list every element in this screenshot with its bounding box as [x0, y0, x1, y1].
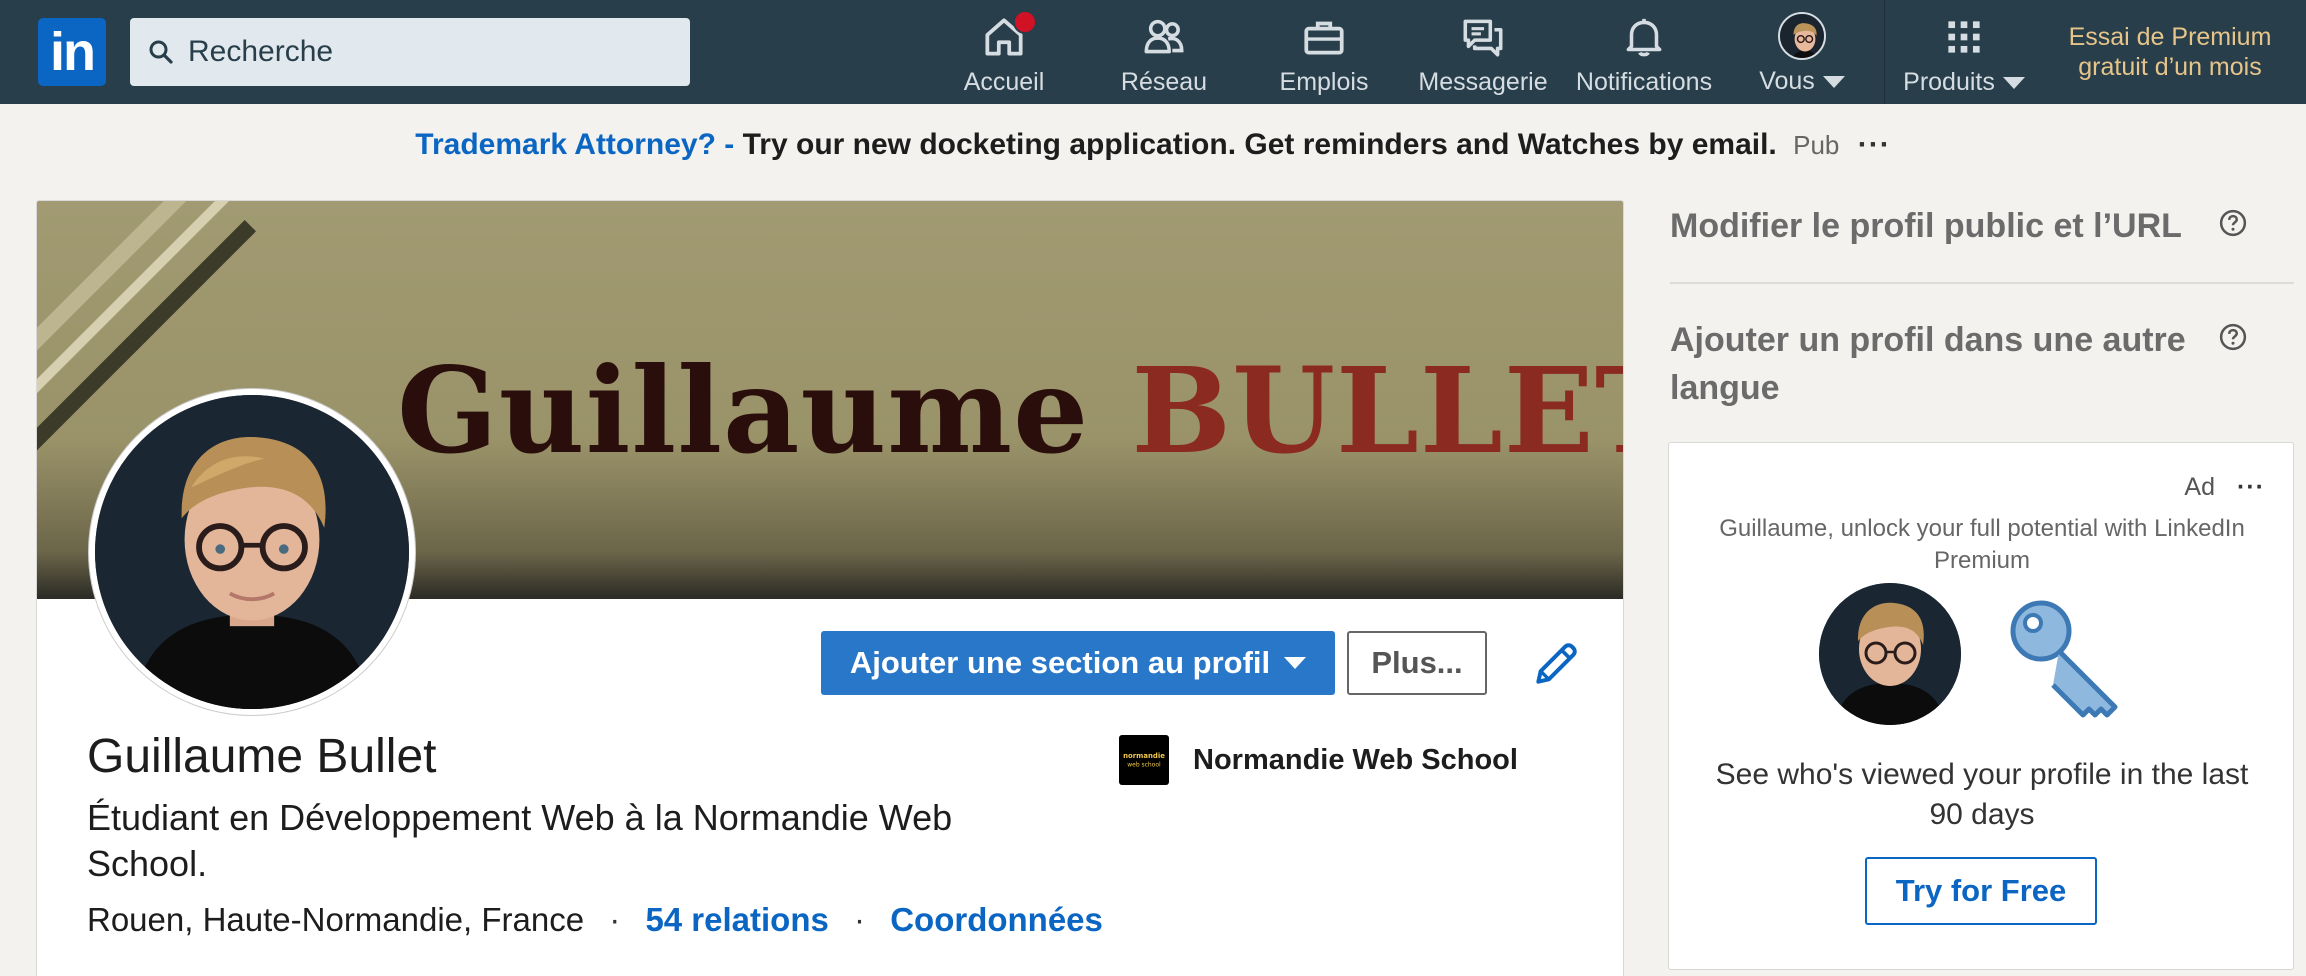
profile-location-line: Rouen, Haute-Normandie, France · 54 rela… — [87, 901, 1103, 939]
nav-item-home[interactable]: Accueil — [958, 10, 1050, 96]
bell-icon — [1626, 18, 1662, 57]
profile-name: Guillaume Bullet — [87, 730, 437, 783]
grid-icon — [1948, 21, 1980, 53]
ad-headline: See who's viewed your profile in the las… — [1715, 758, 2249, 831]
banner-first-name: Guillaume — [397, 341, 1090, 480]
chevron-down-icon — [2002, 76, 2025, 89]
sponsored-text-ad: Trademark Attorney? - Try our new docket… — [0, 128, 2306, 162]
contact-info-link[interactable]: Coordonnées — [890, 901, 1103, 938]
pencil-icon[interactable] — [1529, 635, 1585, 691]
ad-link[interactable]: Trademark Attorney? - — [415, 128, 734, 161]
nav-item-notifications[interactable]: Notifications — [1572, 12, 1716, 96]
add-language-profile-link[interactable]: Ajouter un profil dans une autre langue — [1670, 316, 2230, 412]
add-profile-section-button[interactable]: Ajouter une section au profil — [821, 631, 1335, 695]
nav-label-network: Réseau — [1120, 68, 1208, 96]
nav-label-notifications: Notifications — [1575, 68, 1713, 96]
messaging-icon — [1463, 19, 1503, 57]
svg-text:web school: web school — [1127, 761, 1161, 768]
linkedin-logo[interactable]: in — [38, 18, 106, 86]
edit-public-profile-link[interactable]: Modifier le profil public et l’URL — [1670, 202, 2230, 250]
profile-location: Rouen, Haute-Normandie, France — [87, 901, 585, 938]
ad-user-avatar — [1819, 583, 1961, 725]
briefcase-icon — [1304, 21, 1344, 55]
nav-label-home: Accueil — [963, 68, 1045, 96]
nav-divider — [1884, 0, 1885, 104]
help-icon[interactable] — [2218, 208, 2248, 238]
ad-menu-icon[interactable]: ··· — [1858, 128, 1891, 161]
education-school[interactable]: normandie web school Normandie Web School — [1119, 735, 1518, 785]
top-navigation-bar: in Accueil Réseau Emplois Messagerie — [0, 0, 2306, 104]
premium-line-2: gratuit d’un mois — [2078, 53, 2262, 81]
chevron-down-icon — [1284, 657, 1307, 669]
more-button[interactable]: Plus... — [1347, 631, 1487, 695]
svg-text:normandie: normandie — [1123, 752, 1165, 760]
try-for-free-button[interactable]: Try for Free — [1865, 857, 2097, 925]
chevron-down-icon — [1822, 75, 1845, 88]
ad-label: Ad — [2184, 473, 2216, 501]
nav-label-jobs: Emplois — [1279, 68, 1369, 96]
nav-item-products[interactable]: Produits — [1896, 12, 2032, 96]
key-icon — [2010, 600, 2118, 718]
profile-headline: Étudiant en Développement Web à la Norma… — [87, 797, 953, 884]
ad-copy: Guillaume, unlock your full potential wi… — [1719, 515, 2245, 574]
search-icon — [149, 40, 173, 64]
banner-last-name: BULLET — [1131, 341, 1623, 480]
premium-line-1: Essai de Premium — [2068, 23, 2272, 51]
user-avatar — [1778, 12, 1826, 60]
nav-item-network[interactable]: Réseau — [1116, 12, 1212, 96]
ad-pub-label: Pub — [1793, 130, 1840, 160]
connections-link[interactable]: 54 relations — [645, 901, 828, 938]
ad-header: Ad ··· — [2184, 473, 2265, 502]
ad-text[interactable]: Try our new docketing application. Get r… — [743, 128, 1777, 161]
nav-item-messaging[interactable]: Messagerie — [1418, 12, 1548, 96]
separator: · — [609, 901, 621, 938]
notification-badge — [1013, 10, 1037, 34]
school-logo: normandie web school — [1119, 735, 1169, 785]
nav-item-me[interactable]: Vous — [1752, 12, 1852, 96]
nav-label-products: Produits — [1903, 68, 1995, 96]
rail-divider — [1670, 282, 2294, 284]
search-input[interactable] — [188, 35, 668, 69]
profile-card: Guillaume BULLET Ajouter une section au … — [36, 200, 1624, 976]
profile-photo[interactable] — [89, 389, 415, 715]
nav-label-messaging: Messagerie — [1418, 68, 1548, 96]
network-icon — [1144, 19, 1184, 54]
separator: · — [854, 901, 866, 938]
help-icon[interactable] — [2218, 322, 2248, 352]
premium-ad-card: Ad ··· Guillaume, unlock your full poten… — [1668, 442, 2294, 970]
school-name: Normandie Web School — [1193, 743, 1518, 776]
premium-trial-link[interactable]: Essai de Premium gratuit d’un mois — [2050, 22, 2290, 82]
ad-menu-icon[interactable]: ··· — [2237, 473, 2265, 502]
search-bar[interactable] — [130, 18, 690, 86]
nav-item-jobs[interactable]: Emplois — [1276, 12, 1372, 96]
nav-label-me: Vous — [1759, 67, 1815, 95]
banner-title: Guillaume BULLET — [397, 341, 1623, 480]
add-section-label: Ajouter une section au profil — [849, 645, 1271, 680]
